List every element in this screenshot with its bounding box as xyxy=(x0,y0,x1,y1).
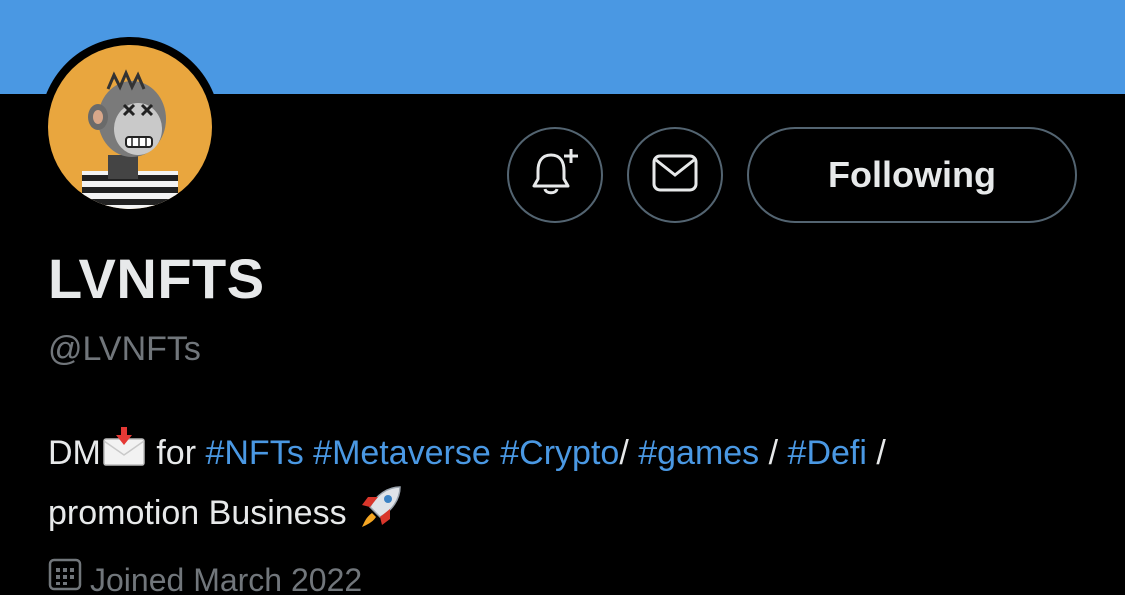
following-button[interactable]: Following xyxy=(747,127,1077,223)
display-name: LVNFTS xyxy=(48,247,265,310)
hashtag-link[interactable]: #Metaverse xyxy=(313,434,491,472)
hashtag-link[interactable]: #Defi xyxy=(788,434,867,472)
profile-bio: DM for #NFTs #Metaverse #Crypto/ #games … xyxy=(48,426,1088,547)
rocket-emoji xyxy=(356,483,404,547)
bio-line-2: promotion Business xyxy=(48,494,357,532)
hashtag-link[interactable]: #games xyxy=(638,434,759,472)
bio-dm-text: DM xyxy=(48,434,101,472)
notifications-button[interactable] xyxy=(507,127,603,223)
joined-date: Joined March 2022 xyxy=(48,557,362,595)
message-button[interactable] xyxy=(627,127,723,223)
calendar-icon xyxy=(48,557,82,595)
hashtag-link[interactable]: #Crypto xyxy=(500,434,619,472)
bell-plus-icon xyxy=(531,147,579,204)
hashtag-link[interactable]: #NFTs xyxy=(205,434,303,472)
joined-text: Joined March 2022 xyxy=(90,561,363,595)
avatar-image xyxy=(48,45,212,209)
bio-for-text: for xyxy=(146,434,206,472)
user-handle: @LVNFTs xyxy=(48,330,201,368)
avatar[interactable] xyxy=(40,37,220,217)
incoming-envelope-emoji xyxy=(101,427,147,483)
envelope-icon xyxy=(652,154,698,197)
